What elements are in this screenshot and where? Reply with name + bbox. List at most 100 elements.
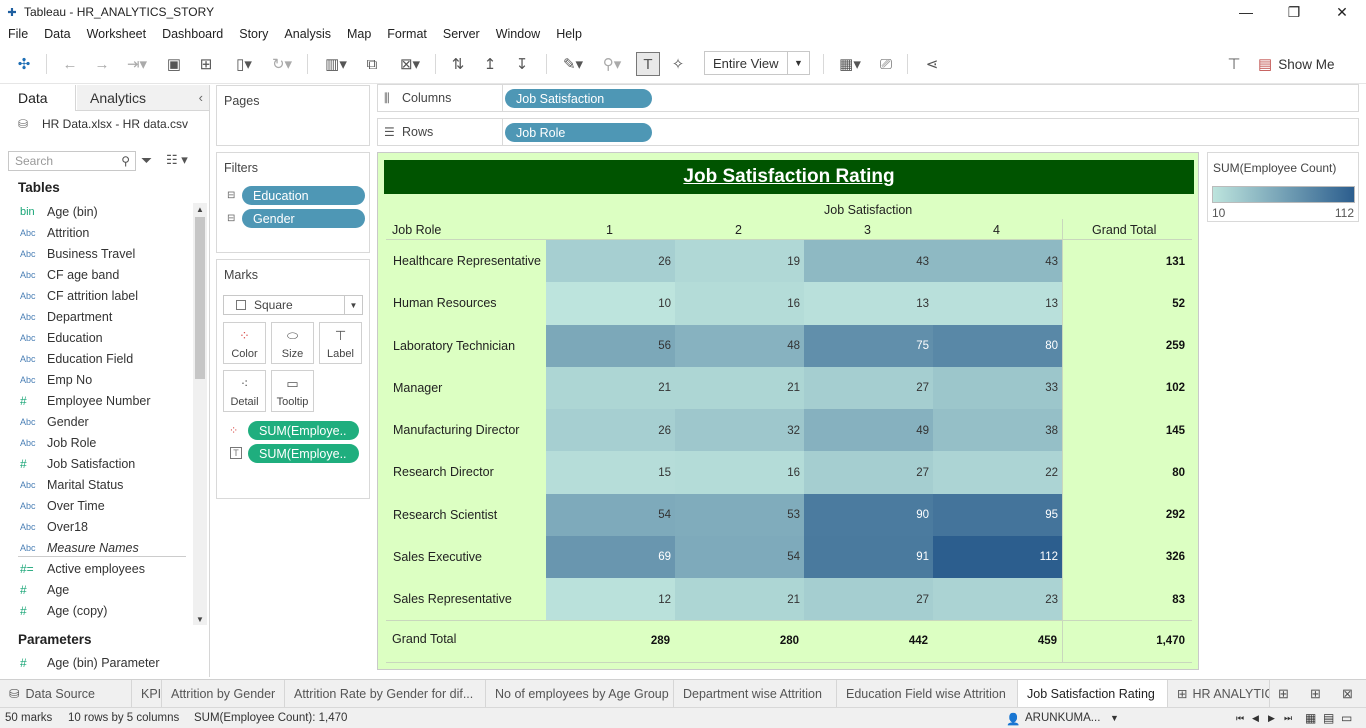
field-item[interactable]: Abc Measure Names <box>0 537 192 558</box>
tab-attrition-rate-by-gender[interactable]: Attrition Rate by Gender for dif... <box>285 680 486 707</box>
new-worksheet-icon[interactable]: ⊞ <box>1278 686 1289 702</box>
marks-pill-label[interactable]: SUM(Employe.. <box>248 444 359 463</box>
field-item[interactable]: Abc Over Time <box>0 495 192 516</box>
heatmap-cell[interactable]: 54 <box>546 493 675 537</box>
field-list-scrollbar[interactable]: ▲ ▼ <box>193 203 207 625</box>
color-button[interactable]: ⁘ Color <box>223 322 266 364</box>
field-item[interactable]: Abc Emp No <box>0 369 192 390</box>
view-options-icon[interactable]: ☷ ▾ <box>166 152 188 168</box>
sort-descending-icon[interactable]: ↧ <box>510 52 534 76</box>
show-cards-icon[interactable]: ▦▾ <box>832 52 868 76</box>
row-grand-total[interactable]: 52 <box>1062 282 1190 325</box>
row-grand-total[interactable]: 131 <box>1062 240 1190 283</box>
restore-button[interactable]: ❐ <box>1270 0 1318 24</box>
heatmap-cell[interactable]: 32 <box>675 409 804 452</box>
heatmap-cell[interactable]: 23 <box>933 578 1062 621</box>
close-button[interactable]: ✕ <box>1318 0 1366 24</box>
replay-icon[interactable]: ⇥▾ <box>120 52 154 76</box>
heatmap-cell[interactable]: 16 <box>675 282 804 326</box>
scroll-up-icon[interactable]: ▲ <box>193 203 207 215</box>
field-item[interactable]: Abc Education <box>0 327 192 348</box>
column-grand-total[interactable]: 442 <box>804 622 933 660</box>
field-item[interactable]: #= Active employees <box>0 558 192 579</box>
new-story-icon[interactable]: ⊠ <box>1342 686 1353 702</box>
marks-pill-color[interactable]: SUM(Employe.. <box>248 421 359 440</box>
datasource-item[interactable]: ⛁ HR Data.xlsx - HR data.csv <box>18 117 188 131</box>
row-grand-total[interactable]: 80 <box>1062 451 1190 494</box>
group-members-icon[interactable]: ⚲▾ <box>594 52 630 76</box>
new-dashboard-icon[interactable]: ⊞ <box>1310 686 1321 702</box>
heatmap-cell[interactable]: 95 <box>933 493 1062 537</box>
heatmap-cell[interactable]: 10 <box>546 282 675 326</box>
rows-shelf[interactable]: ☰ Rows Job Role <box>377 118 1359 146</box>
overall-grand-total[interactable]: 1,470 <box>1062 622 1190 660</box>
size-button[interactable]: ⬭ Size <box>271 322 314 364</box>
tab-job-satisfaction-rating[interactable]: Job Satisfaction Rating <box>1018 680 1168 707</box>
heatmap-cell[interactable]: 16 <box>675 451 804 495</box>
collapse-pane-icon[interactable]: ‹ <box>199 90 203 105</box>
scrollbar-thumb[interactable] <box>195 217 205 379</box>
heatmap-cell[interactable]: 27 <box>804 451 933 495</box>
field-item[interactable]: Abc CF attrition label <box>0 285 192 306</box>
show-mark-labels-icon[interactable]: T <box>636 52 660 76</box>
heatmap-cell[interactable]: 21 <box>675 578 804 621</box>
menu-map[interactable]: Map <box>339 27 379 41</box>
prev-sheet-icon[interactable]: ◀ <box>1252 713 1259 724</box>
highlight-icon[interactable]: ✎▾ <box>556 52 590 76</box>
heatmap-cell[interactable]: 21 <box>675 366 804 410</box>
heatmap-cell[interactable]: 33 <box>933 366 1062 410</box>
next-sheet-icon[interactable]: ▶ <box>1268 713 1275 724</box>
heatmap-cell[interactable]: 22 <box>933 451 1062 495</box>
menu-window[interactable]: Window <box>488 27 548 41</box>
status-user[interactable]: ARUNKUMA... <box>1025 712 1100 724</box>
heatmap-cell[interactable]: 80 <box>933 324 1062 368</box>
fit-dropdown[interactable]: Entire View ▼ <box>704 51 810 75</box>
heatmap-cell[interactable]: 27 <box>804 578 933 621</box>
tab-attrition-by-gender[interactable]: Attrition by Gender <box>162 680 285 707</box>
refresh-icon[interactable]: ↻▾ <box>264 52 300 76</box>
tabs-view-icon[interactable]: ▭ <box>1341 711 1352 725</box>
field-item[interactable]: Abc Attrition <box>0 222 192 243</box>
pause-updates-icon[interactable]: ▯▾ <box>226 52 262 76</box>
new-worksheet-icon[interactable]: ▥▾ <box>318 52 354 76</box>
filmstrip-icon[interactable]: ▤ <box>1323 711 1334 725</box>
last-sheet-icon[interactable]: ⏭ <box>1284 713 1292 724</box>
heatmap-cell[interactable]: 75 <box>804 324 933 368</box>
tab-data-source[interactable]: ⛁ Data Source <box>0 680 132 707</box>
chevron-down-icon[interactable]: ▼ <box>1110 713 1119 723</box>
presentation-mode-icon[interactable]: ⎚ <box>874 52 898 76</box>
row-grand-total[interactable]: 145 <box>1062 409 1190 452</box>
viz-title[interactable]: Job Satisfaction Rating <box>384 160 1194 194</box>
heatmap-cell[interactable]: 27 <box>804 366 933 410</box>
swap-rows-columns-icon[interactable]: ⇅ <box>446 52 470 76</box>
clear-sheet-icon[interactable]: ⊠▾ <box>392 52 428 76</box>
heatmap-cell[interactable]: 26 <box>546 240 675 283</box>
redo-icon[interactable]: → <box>90 52 114 76</box>
menu-worksheet[interactable]: Worksheet <box>79 27 155 41</box>
fix-axes-icon[interactable]: ✧ <box>666 52 690 76</box>
tab-department-wise-attrition[interactable]: Department wise Attrition <box>674 680 837 707</box>
first-sheet-icon[interactable]: ⏮ <box>1236 713 1244 724</box>
field-item[interactable]: Abc Department <box>0 306 192 327</box>
column-grand-total[interactable]: 289 <box>546 622 675 660</box>
heatmap-cell[interactable]: 38 <box>933 409 1062 452</box>
tab-data[interactable]: Data <box>0 85 76 111</box>
heatmap-cell[interactable]: 43 <box>804 240 933 283</box>
field-item[interactable]: Abc Education Field <box>0 348 192 369</box>
heatmap-cell[interactable]: 12 <box>546 578 675 621</box>
heatmap-cell[interactable]: 26 <box>546 409 675 452</box>
menu-dashboard[interactable]: Dashboard <box>154 27 231 41</box>
menu-data[interactable]: Data <box>36 27 78 41</box>
tab-hr-analytic[interactable]: ⊞ HR ANALYTIC <box>1168 680 1270 707</box>
menu-file[interactable]: File <box>0 27 36 41</box>
field-item[interactable]: Abc Gender <box>0 411 192 432</box>
filter-fields-icon[interactable]: ⏷ <box>141 152 152 169</box>
row-grand-total[interactable]: 83 <box>1062 578 1190 621</box>
heatmap-cell[interactable]: 19 <box>675 240 804 283</box>
undo-icon[interactable]: ← <box>58 52 82 76</box>
field-item[interactable]: Abc Marital Status <box>0 474 192 495</box>
share-icon[interactable]: ⋖ <box>920 52 944 76</box>
sheet-sorter-icon[interactable]: ▦ <box>1305 711 1316 725</box>
heatmap-cell[interactable]: 91 <box>804 535 933 579</box>
heatmap-cell[interactable]: 48 <box>675 324 804 368</box>
